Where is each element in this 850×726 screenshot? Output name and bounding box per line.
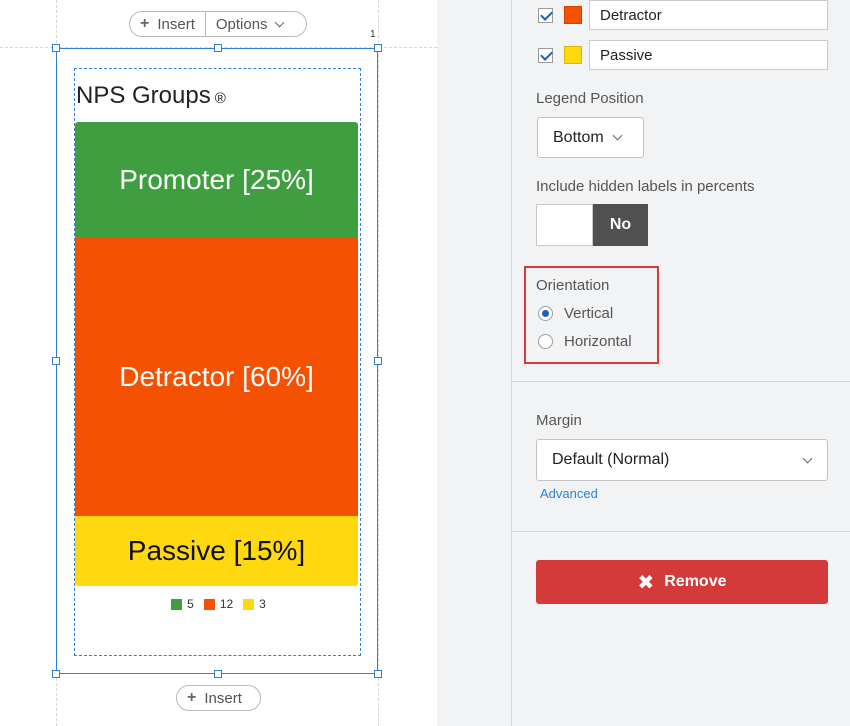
plus-icon: + <box>140 15 150 32</box>
bar-segment-label: Passive [15%] <box>127 535 306 566</box>
legend-value: 3 <box>259 597 266 611</box>
bar-segment-detractor[interactable]: Detractor [60%] <box>75 238 358 516</box>
hidden-labels-toggle[interactable]: No <box>536 204 648 246</box>
orientation-vertical-radio[interactable] <box>538 306 553 321</box>
options-button[interactable]: Options <box>204 12 293 36</box>
legend-position-value: Bottom <box>553 128 604 146</box>
chevron-down-icon <box>274 17 285 27</box>
report-canvas: + Insert Options 1 NPS Groups ® Promoter … <box>0 0 437 726</box>
resize-handle-bottom[interactable] <box>214 670 222 678</box>
section-divider <box>512 531 850 532</box>
chevron-down-icon <box>612 130 623 141</box>
legend-swatch <box>171 598 183 610</box>
passive-color-swatch[interactable] <box>564 46 582 64</box>
resize-handle-left[interactable] <box>52 357 60 365</box>
legend-value: 12 <box>219 597 234 611</box>
hidden-labels-label: Include hidden labels in percents <box>536 178 755 195</box>
bar-segment-label: Detractor [60%] <box>119 361 314 392</box>
passive-checkbox[interactable] <box>538 48 553 63</box>
legend-swatch <box>243 598 255 610</box>
orientation-horizontal-label[interactable]: Horizontal <box>564 333 632 350</box>
detractor-label-field[interactable]: Detractor <box>589 0 828 30</box>
resize-handle-right[interactable] <box>374 357 382 365</box>
legend-value: 5 <box>187 597 194 611</box>
legend-item[interactable]: 5 <box>171 597 194 611</box>
orientation-label: Orientation <box>536 277 610 294</box>
insert-label: Insert <box>157 15 195 33</box>
bar-segment-label: Promoter [25%] <box>119 164 314 195</box>
legend-item[interactable]: 12 <box>203 597 234 611</box>
insert-label: Insert <box>204 689 242 707</box>
detractor-checkbox[interactable] <box>538 8 553 23</box>
insert-button[interactable]: + Insert <box>130 12 205 36</box>
resize-handle-bottom-left[interactable] <box>52 670 60 678</box>
remove-label: Remove <box>664 573 727 590</box>
margin-label: Margin <box>536 412 582 429</box>
toggle-off-side[interactable] <box>536 204 593 246</box>
remove-button[interactable]: ✖ Remove <box>536 560 828 604</box>
insert-segment: + Insert <box>177 686 252 710</box>
widget-index: 1 <box>370 29 376 40</box>
bar-segment-promoter[interactable]: Promoter [25%] <box>75 122 358 238</box>
insert-options-toolbar: + Insert Options <box>129 11 307 37</box>
orientation-vertical-label[interactable]: Vertical <box>564 305 613 322</box>
toggle-value[interactable]: No <box>593 204 648 246</box>
close-icon: ✖ <box>637 571 655 594</box>
orientation-horizontal-radio[interactable] <box>538 334 553 349</box>
resize-handle-bottom-right[interactable] <box>374 670 382 678</box>
legend-item[interactable]: 3 <box>243 597 266 611</box>
legend-position-label: Legend Position <box>536 90 644 107</box>
chevron-down-icon <box>802 453 813 463</box>
margin-dropdown[interactable]: Default (Normal) <box>536 439 828 481</box>
passive-label-field[interactable]: Passive <box>589 40 828 70</box>
margin-value: Default (Normal) <box>552 451 670 468</box>
section-divider <box>512 381 850 382</box>
legend-position-dropdown[interactable]: Bottom <box>537 117 644 158</box>
chart-title: NPS Groups ® <box>76 82 226 110</box>
bar-segment-passive[interactable]: Passive [15%] <box>75 516 358 586</box>
chart-title-text: NPS Groups <box>76 82 211 109</box>
detractor-color-swatch[interactable] <box>564 6 582 24</box>
legend-swatch <box>203 598 215 610</box>
advanced-link[interactable]: Advanced <box>540 486 598 501</box>
resize-handle-top[interactable] <box>214 44 222 52</box>
info-icon[interactable]: ® <box>215 90 226 107</box>
bottom-insert-button[interactable]: + Insert <box>176 685 261 711</box>
resize-handle-top-left[interactable] <box>52 44 60 52</box>
resize-handle-top-right[interactable] <box>374 44 382 52</box>
panel-gutter <box>437 0 511 726</box>
chart-legend: 5 12 3 <box>0 597 437 611</box>
options-label: Options <box>215 15 268 33</box>
plus-icon: + <box>187 689 197 706</box>
